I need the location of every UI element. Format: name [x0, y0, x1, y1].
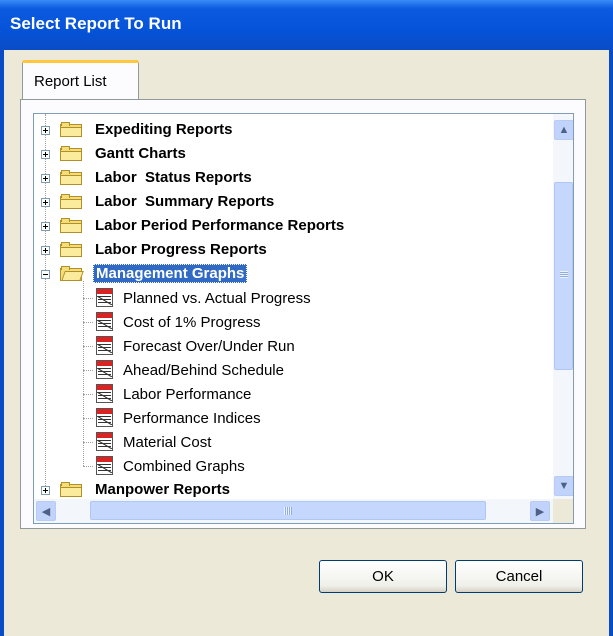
folder-icon	[60, 146, 82, 161]
vertical-scroll-thumb[interactable]	[554, 182, 573, 370]
vertical-scrollbar[interactable]: ▲ ▼	[553, 114, 573, 499]
plus-box-icon[interactable]	[41, 222, 50, 231]
tree-folder-labor-summary-reports[interactable]: Labor Summary Reports	[34, 191, 534, 213]
folder-label: Labor Period Performance Reports	[95, 217, 345, 234]
folder-label: Labor Summary Reports	[95, 193, 275, 210]
folder-icon	[60, 122, 82, 137]
folder-icon	[60, 194, 82, 209]
report-tree[interactable]: Expediting Reports Gantt Charts Labor St…	[33, 113, 574, 524]
grip-icon	[560, 271, 568, 278]
grip-icon	[284, 507, 292, 515]
tree-folder-labor-progress-reports[interactable]: Labor Progress Reports	[34, 239, 534, 261]
folder-label: Gantt Charts	[95, 145, 186, 162]
scroll-right-button[interactable]: ▶	[530, 501, 550, 521]
tree-item-labor-performance[interactable]: Labor Performance	[34, 383, 534, 405]
folder-label: Expediting Reports	[95, 121, 233, 138]
report-icon	[95, 408, 115, 427]
minus-box-icon[interactable]	[41, 270, 50, 279]
chevron-left-icon: ◀	[41, 505, 51, 518]
title-bar[interactable]: Select Report To Run	[0, 0, 613, 50]
tree-folder-management-graphs[interactable]: Management Graphs	[34, 263, 534, 285]
folder-icon	[60, 482, 82, 497]
folder-label-selected: Management Graphs	[93, 264, 248, 283]
plus-box-icon[interactable]	[41, 174, 50, 183]
folder-label: Labor Progress Reports	[95, 241, 267, 258]
horizontal-scroll-thumb[interactable]	[90, 501, 486, 520]
window-title: Select Report To Run	[10, 14, 182, 33]
tree-item-planned-vs-actual-progress[interactable]: Planned vs. Actual Progress	[34, 287, 534, 309]
chevron-down-icon: ▼	[558, 480, 570, 492]
scroll-left-button[interactable]: ◀	[36, 501, 56, 521]
report-label: Combined Graphs	[123, 458, 245, 475]
folder-icon	[60, 170, 82, 185]
tab-label: Report List	[34, 73, 107, 90]
report-label: Forecast Over/Under Run	[123, 338, 295, 355]
scroll-down-button[interactable]: ▼	[554, 476, 573, 496]
window-border-right	[609, 50, 613, 636]
tree-folder-expediting-reports[interactable]: Expediting Reports	[34, 119, 534, 141]
scroll-up-button[interactable]: ▲	[554, 120, 573, 140]
tree-item-ahead-behind-schedule[interactable]: Ahead/Behind Schedule	[34, 359, 534, 381]
report-label: Ahead/Behind Schedule	[123, 362, 284, 379]
report-label: Planned vs. Actual Progress	[123, 290, 311, 307]
tree-item-material-cost[interactable]: Material Cost	[34, 431, 534, 453]
tree-item-performance-indices[interactable]: Performance Indices	[34, 407, 534, 429]
report-icon	[95, 312, 115, 331]
report-icon	[95, 456, 115, 475]
folder-icon	[60, 218, 82, 233]
tab-report-list[interactable]: Report List	[22, 60, 139, 100]
cancel-button[interactable]: Cancel	[455, 560, 583, 593]
report-label: Performance Indices	[123, 410, 261, 427]
tree-item-forecast-over-under-run[interactable]: Forecast Over/Under Run	[34, 335, 534, 357]
folder-icon	[60, 242, 82, 257]
tree-folder-manpower-reports[interactable]: Manpower Reports	[34, 479, 534, 501]
folder-label: Labor Status Reports	[95, 169, 252, 186]
tree-folder-labor-period-performance-reports[interactable]: Labor Period Performance Reports	[34, 215, 534, 237]
plus-box-icon[interactable]	[41, 150, 50, 159]
horizontal-scrollbar[interactable]: ◀ ▶	[34, 499, 553, 523]
report-label: Material Cost	[123, 434, 212, 451]
tree-item-cost-of-1-progress[interactable]: Cost of 1% Progress	[34, 311, 534, 333]
folder-label: Manpower Reports	[95, 481, 231, 498]
report-icon	[95, 384, 115, 403]
chevron-up-icon: ▲	[558, 124, 570, 136]
scrollbar-corner	[553, 499, 573, 523]
ok-button[interactable]: OK	[319, 560, 447, 593]
plus-box-icon[interactable]	[41, 486, 50, 495]
report-icon	[95, 336, 115, 355]
plus-box-icon[interactable]	[41, 246, 50, 255]
report-label: Cost of 1% Progress	[123, 314, 261, 331]
plus-box-icon[interactable]	[41, 126, 50, 135]
folder-open-icon	[60, 266, 84, 281]
report-icon	[95, 288, 115, 307]
tree-folder-gantt-charts[interactable]: Gantt Charts	[34, 143, 534, 165]
report-icon	[95, 360, 115, 379]
tree-item-combined-graphs[interactable]: Combined Graphs	[34, 455, 534, 477]
plus-box-icon[interactable]	[41, 198, 50, 207]
report-label: Labor Performance	[123, 386, 252, 403]
window-border-left	[0, 50, 4, 636]
tree-folder-labor-status-reports[interactable]: Labor Status Reports	[34, 167, 534, 189]
chevron-right-icon: ▶	[535, 505, 545, 518]
report-icon	[95, 432, 115, 451]
tree-content: Expediting Reports Gantt Charts Labor St…	[34, 114, 553, 499]
